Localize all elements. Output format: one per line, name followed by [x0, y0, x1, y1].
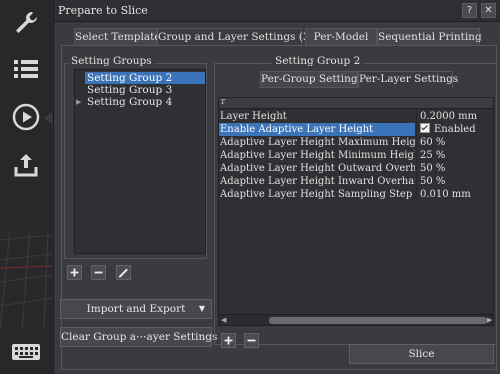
setting-value-cell[interactable]: 0.2000 mm	[416, 110, 493, 123]
help-button[interactable]: ?	[462, 3, 477, 18]
setting-value-cell[interactable]: 50 %	[416, 162, 493, 175]
layer-settings-table[interactable]: r Layer Height 0.2000 mm Enable Adaptive L…	[218, 97, 494, 326]
table-row[interactable]: Adaptive Layer Height Inward Overhang 50 …	[219, 175, 493, 188]
viewport-grid	[0, 230, 52, 330]
clear-settings-button[interactable]: Clear Group a⋯ayer Settings	[60, 327, 217, 347]
rename-group-button[interactable]	[116, 265, 131, 280]
import-export-button[interactable]: Import and Export ▼	[60, 299, 212, 319]
scroll-right-icon[interactable]: ▶	[487, 316, 492, 324]
table-row[interactable]: Adaptive Layer Height Outward Overhang 50…	[219, 162, 493, 175]
setting-value: 50 %	[420, 176, 446, 187]
prepare-to-slice-dialog: Prepare to Slice ? ✕ Select Template Gro…	[53, 0, 500, 374]
table-row[interactable]: Layer Height 0.2000 mm	[219, 110, 493, 123]
group-item[interactable]: Setting Group 2	[85, 72, 205, 84]
setting-name-cell: Layer Height	[220, 111, 287, 122]
active-indicator	[44, 112, 52, 124]
table-row[interactable]: Adaptive Layer Height Sampling Step 0.010…	[219, 188, 493, 201]
remove-setting-button[interactable]	[244, 333, 259, 348]
group-item-label: Setting Group 4	[87, 96, 173, 108]
tab-per-layer-settings[interactable]: Per-Layer Settings	[358, 71, 458, 89]
setting-value: 25 %	[420, 150, 446, 161]
setting-value: 0.010 mm	[420, 189, 471, 200]
chevron-down-icon: ▼	[198, 304, 205, 313]
setting-groups-label: Setting Groups	[69, 55, 154, 67]
list-icon[interactable]	[0, 46, 52, 92]
setting-value-cell[interactable]: 0.010 mm	[416, 188, 493, 201]
minus-icon	[247, 339, 256, 342]
remove-group-button[interactable]	[91, 265, 106, 280]
group-item[interactable]: ▶ Setting Group 4	[75, 96, 203, 108]
keyboard-icon[interactable]	[0, 332, 52, 372]
table-row[interactable]: Adaptive Layer Height Minimum Height 25 %	[219, 149, 493, 162]
setting-value: Enabled	[434, 124, 476, 135]
setting-group-title: Setting Group 2	[272, 55, 364, 67]
checkbox-checked-icon[interactable]	[420, 123, 430, 133]
plus-icon	[70, 268, 79, 277]
setting-value-cell[interactable]: 50 %	[416, 175, 493, 188]
import-export-label: Import and Export	[86, 303, 186, 315]
setting-name-cell: Adaptive Layer Height Sampling Step	[220, 189, 413, 200]
setting-name-cell: Enable Adaptive Layer Height	[219, 123, 415, 136]
wrench-icon[interactable]	[0, 0, 52, 46]
setting-name-cell: Adaptive Layer Height Maximum Height	[220, 137, 415, 148]
expand-arrow-icon[interactable]: ▶	[76, 96, 81, 108]
pencil-icon	[118, 268, 128, 278]
minus-icon	[94, 271, 103, 274]
horizontal-scrollbar[interactable]: ◀ ▶	[219, 314, 493, 325]
table-header-label: r	[221, 97, 226, 107]
setting-value-cell[interactable]: 25 %	[416, 149, 493, 162]
add-setting-button[interactable]	[221, 333, 236, 348]
tab-per-model[interactable]: Per-Model	[305, 28, 377, 46]
plus-icon	[224, 336, 233, 345]
export-icon[interactable]	[0, 142, 52, 188]
setting-value: 60 %	[420, 137, 446, 148]
table-header: r	[219, 97, 493, 109]
scroll-left-icon[interactable]: ◀	[221, 316, 226, 324]
setting-name-cell: Adaptive Layer Height Inward Overhang	[220, 176, 415, 187]
add-group-button[interactable]	[67, 265, 82, 280]
group-item[interactable]: Setting Group 3	[85, 84, 213, 96]
tab-sequential-printing[interactable]: Sequential Printing	[377, 28, 482, 46]
tab-select-template[interactable]: Select Template	[74, 28, 161, 46]
setting-name-cell: Adaptive Layer Height Outward Overhang	[220, 163, 415, 174]
table-row[interactable]: Enable Adaptive Layer Height Enabled	[219, 123, 493, 136]
setting-value: 0.2000 mm	[420, 111, 478, 122]
setting-value-cell[interactable]: Enabled	[416, 123, 493, 136]
setting-name-cell: Adaptive Layer Height Minimum Height	[220, 150, 415, 161]
setting-groups-list[interactable]: Setting Group 2 Setting Group 3 ▶ Settin…	[74, 69, 206, 254]
table-row[interactable]: Adaptive Layer Height Maximum Height 60 %	[219, 136, 493, 149]
dialog-title: Prepare to Slice	[58, 4, 148, 17]
slice-button[interactable]: Slice	[349, 344, 494, 364]
setting-value: 50 %	[420, 163, 446, 174]
close-button[interactable]: ✕	[481, 3, 496, 18]
tab-per-group-settings[interactable]: Per-Group Settings	[260, 71, 363, 88]
setting-value-cell[interactable]: 60 %	[416, 136, 493, 149]
scrollbar-thumb[interactable]	[269, 317, 487, 324]
dialog-titlebar: Prepare to Slice ? ✕	[54, 0, 500, 22]
app-toolbar	[0, 0, 52, 374]
